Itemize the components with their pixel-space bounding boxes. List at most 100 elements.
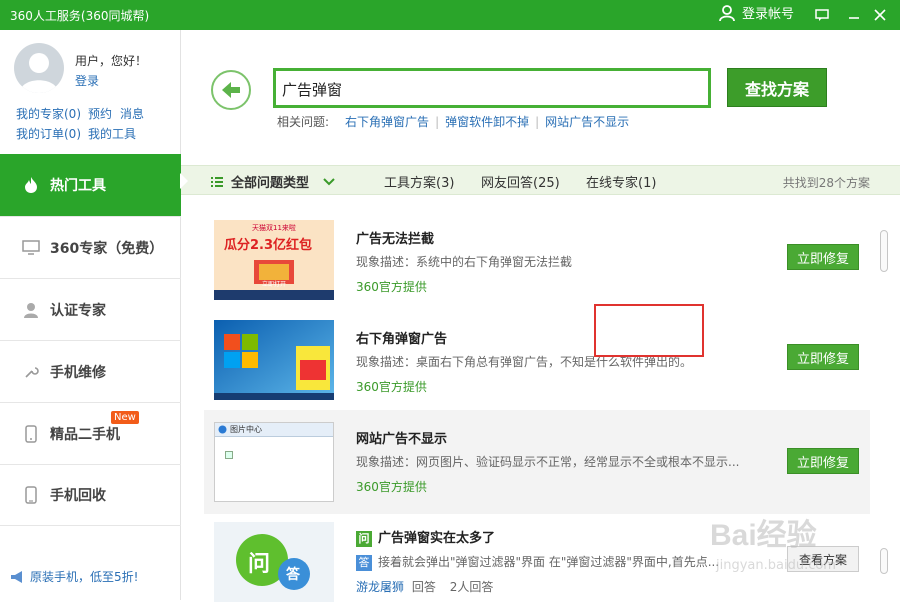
result-title-wrap[interactable]: 问广告弹窗实在太多了 <box>356 527 495 547</box>
result-count: 共找到28个方案 <box>782 176 870 190</box>
back-arrow-icon <box>222 82 240 98</box>
tab-user-answers[interactable]: 网友回答(25) <box>481 172 560 191</box>
related-link[interactable]: 网站广告不显示 <box>545 113 629 130</box>
result-title[interactable]: 网站广告不显示 <box>356 428 447 447</box>
tab-online-experts[interactable]: 在线专家(1) <box>586 172 656 191</box>
answer-count: 2人回答 <box>449 580 494 594</box>
search-value: 广告弹窗 <box>282 81 343 99</box>
login-link[interactable]: 登录 <box>75 72 99 89</box>
thumb-cta: 立即打开 <box>262 281 287 288</box>
scrollbar-thumb[interactable] <box>880 230 888 272</box>
sidebar-item-phone-recycle[interactable]: 手机回收 <box>0 464 181 526</box>
filter-pointer <box>180 173 188 189</box>
result-thumbnail: 图片中心 <box>214 422 334 502</box>
window-title: 360人工服务(360同城帮) <box>10 9 150 23</box>
answer-snippet: 答接着就会弹出"弹窗过滤器"界面 在"弹窗过滤器"界面中,首先点... <box>356 553 719 571</box>
sidebar-item-used-phones[interactable]: 精品二手机 New <box>0 402 181 464</box>
search-input[interactable]: 广告弹窗 <box>273 68 711 108</box>
monitor-icon <box>22 239 40 257</box>
fix-now-button[interactable]: 立即修复 <box>787 344 859 370</box>
user-icon <box>719 4 735 21</box>
result-title: 广告弹窗实在太多了 <box>378 531 496 546</box>
sidebar-item-certified-expert[interactable]: 认证专家 <box>0 278 181 340</box>
related-label: 相关问题: <box>277 115 330 129</box>
my-experts-link[interactable]: 我的专家(0) <box>16 105 81 122</box>
thumb-image-placeholder <box>225 451 233 459</box>
thumb-headline: 瓜分2.3亿红包 <box>224 238 313 253</box>
thumb-caption: 天猫双11来啦 <box>252 224 296 232</box>
login-account-button[interactable]: 登录帐号 <box>718 3 794 22</box>
avatar[interactable] <box>14 43 64 93</box>
result-description: 现象描述：系统中的右下角弹窗无法拦截 <box>356 255 573 269</box>
author-suffix: 回答 <box>411 580 436 594</box>
my-tools-link[interactable]: 我的工具 <box>88 125 136 142</box>
sidebar-item-label: 手机回收 <box>50 488 106 504</box>
sidebar-item-label: 认证专家 <box>50 302 106 319</box>
related-questions: 相关问题: 右下角弹窗广告 | 弹窗软件卸不掉 | 网站广告不显示 <box>277 113 629 130</box>
result-description: 现象描述：网页图片、验证码显示不正常，经常显示不全或根本不显示... <box>356 455 740 469</box>
fix-now-button[interactable]: 立即修复 <box>787 244 859 270</box>
answer-badge: 答 <box>356 554 372 571</box>
promo-link[interactable]: 原装手机，低至5折! <box>10 568 138 585</box>
feedback-icon[interactable] <box>812 5 832 25</box>
divider: | <box>535 114 540 129</box>
result-row: 图片中心 网站广告不显示 现象描述：网页图片、验证码显示不正常，经常显示不全或根… <box>204 410 870 514</box>
related-link[interactable]: 弹窗软件卸不掉 <box>445 113 529 130</box>
sidebar-item-phone-repair[interactable]: 手机维修 <box>0 340 181 402</box>
all-types-dropdown[interactable]: 全部问题类型 <box>211 172 335 191</box>
appointment-link[interactable]: 预约 <box>88 105 112 122</box>
thumb-question-mark: 问 <box>248 552 271 577</box>
sidebar-item-label: 热门工具 <box>50 178 106 194</box>
result-source: 360官方提供 <box>356 280 427 294</box>
divider: | <box>435 114 440 129</box>
watermark-url: jingyan.baidu.com <box>716 558 836 573</box>
my-orders-link[interactable]: 我的订单(0) <box>16 125 81 142</box>
sidebar-item-360-expert[interactable]: 360专家（免费） <box>0 216 181 278</box>
result-source: 360官方提供 <box>356 480 427 494</box>
result-thumbnail: 天猫双11来啦 瓜分2.3亿红包 立即打开 <box>214 220 334 300</box>
messages-link[interactable]: 消息 <box>120 105 144 122</box>
fix-now-button[interactable]: 立即修复 <box>787 448 859 474</box>
question-badge: 问 <box>356 530 372 547</box>
tab-tool-solutions[interactable]: 工具方案(3) <box>384 172 454 191</box>
chevron-down-icon <box>323 177 335 185</box>
sidebar-item-label: 精品二手机 <box>50 426 120 443</box>
close-button[interactable] <box>870 5 890 25</box>
thumb-window-header: 图片中心 <box>215 423 333 437</box>
back-button[interactable] <box>211 70 251 110</box>
phone-recycle-icon <box>22 486 40 504</box>
result-thumbnail: 问 答 <box>214 522 334 602</box>
sidebar-item-label: 手机维修 <box>50 364 106 381</box>
promo-text: 原装手机，低至5折! <box>30 570 139 584</box>
phone-icon <box>22 424 40 443</box>
sidebar-item-label: 360专家（免费） <box>50 240 164 257</box>
minimize-button[interactable] <box>844 5 864 25</box>
login-account-label: 登录帐号 <box>742 7 795 22</box>
find-solution-button[interactable]: 查找方案 <box>727 68 827 107</box>
megaphone-icon <box>11 570 22 583</box>
result-row: 天猫双11来啦 瓜分2.3亿红包 立即打开 广告无法拦截 现象描述：系统中的右下… <box>204 216 870 314</box>
list-icon <box>211 176 223 187</box>
answer-text: 接着就会弹出"弹窗过滤器"界面 在"弹窗过滤器"界面中,首先点... <box>378 555 720 569</box>
watermark-brand: Bai经验 <box>710 519 817 552</box>
result-title[interactable]: 广告无法拦截 <box>356 228 434 247</box>
thumb-answer-mark: 答 <box>286 567 300 583</box>
author-link[interactable]: 游龙屠狮 <box>356 580 404 594</box>
user-greeting: 用户，您好！ <box>75 54 148 68</box>
all-types-label: 全部问题类型 <box>231 176 310 191</box>
baidu-watermark: Bai经验 jingyan.baidu.com <box>690 500 890 590</box>
wrench-icon <box>22 363 40 381</box>
sidebar-item-hot-tools[interactable]: 热门工具 <box>0 154 181 216</box>
filter-bar: 全部问题类型 工具方案(3) 网友回答(25) 在线专家(1) 共找到28个方案 <box>180 165 900 195</box>
title-bar: 360人工服务(360同城帮) 登录帐号 <box>0 0 900 30</box>
annotation-highlight-box <box>594 304 704 357</box>
new-badge: New <box>111 411 139 424</box>
answer-meta: 游龙屠狮 回答 2人回答 <box>356 578 493 595</box>
result-source: 360官方提供 <box>356 380 427 394</box>
sidebar: 用户，您好！ 登录 我的专家(0) 预约 消息 我的订单(0) 我的工具 热门工… <box>0 30 181 600</box>
result-thumbnail <box>214 320 334 400</box>
result-title[interactable]: 右下角弹窗广告 <box>356 328 447 347</box>
related-link[interactable]: 右下角弹窗广告 <box>345 113 429 130</box>
thumb-caption: 图片中心 <box>230 425 262 434</box>
result-row: 右下角弹窗广告 现象描述：桌面右下角总有弹窗广告，不知是什么软件弹出的。 360… <box>204 316 870 414</box>
